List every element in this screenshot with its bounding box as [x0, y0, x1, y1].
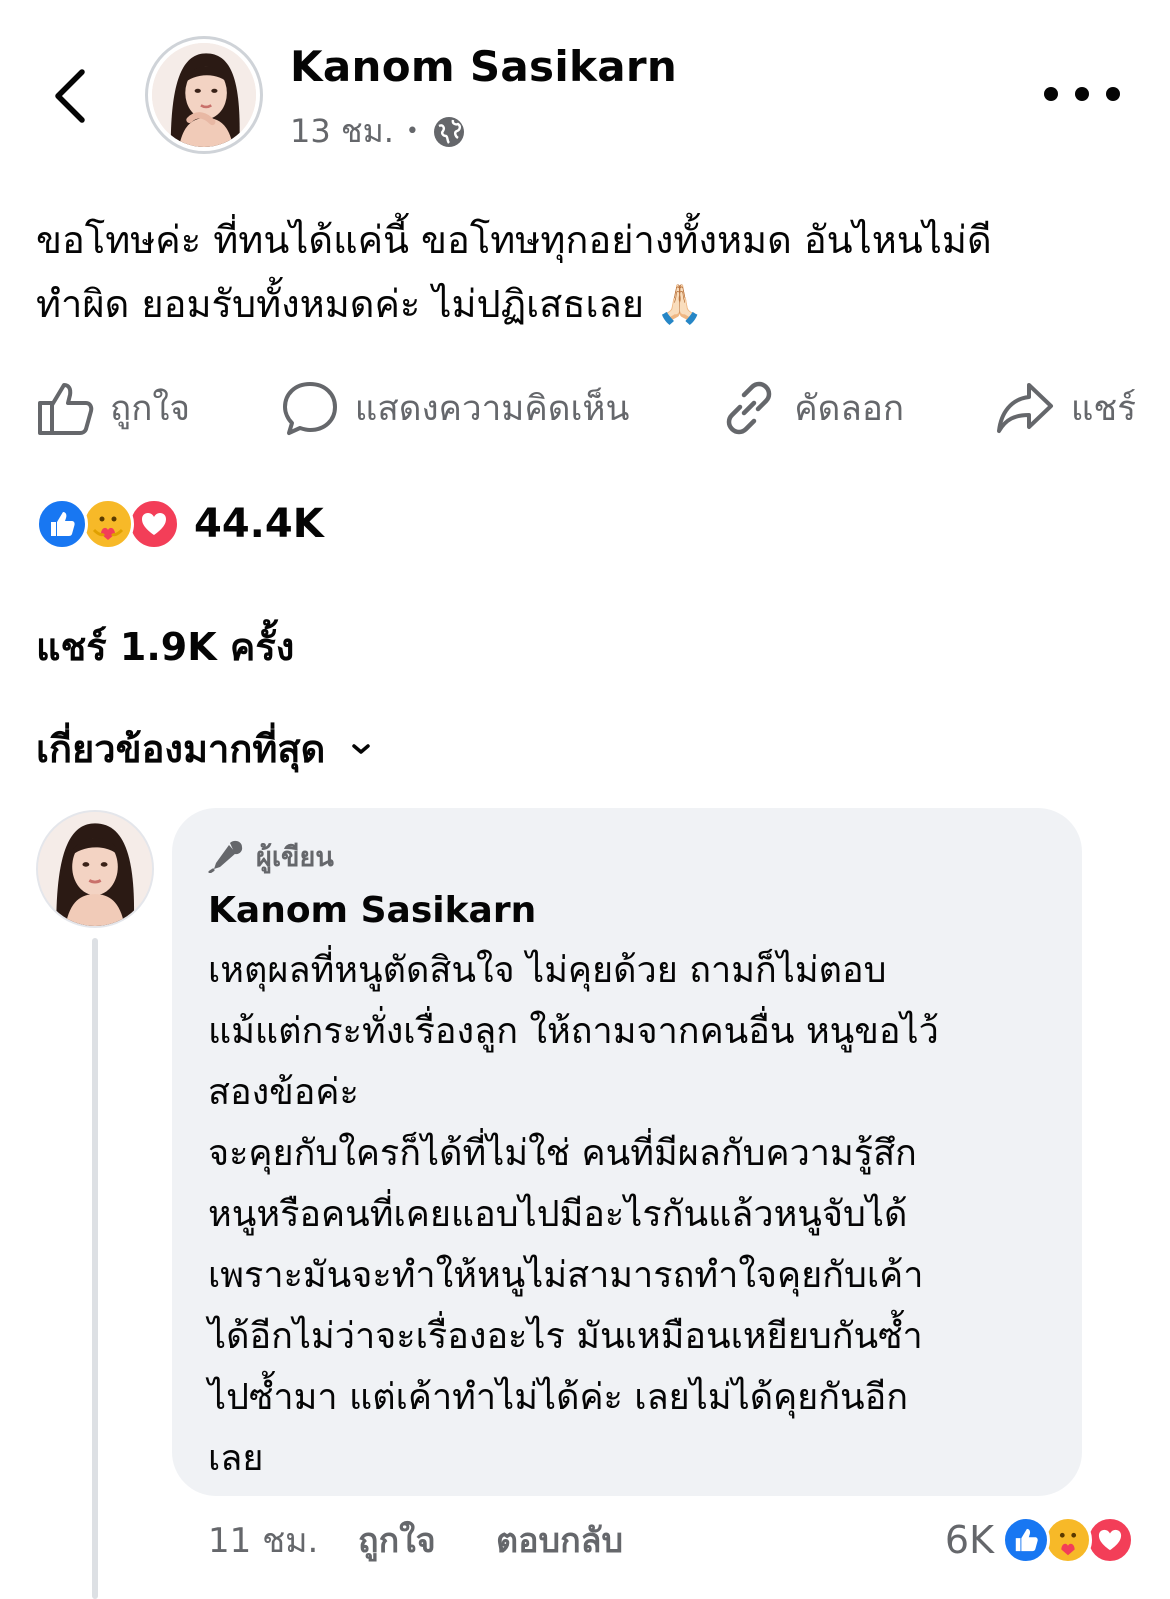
comment-footer: 11 ชม. ถูกใจ ตอบกลับ 6K [208, 1510, 1138, 1570]
avatar-photo [38, 812, 152, 926]
share-count[interactable]: แชร์ 1.9K ครั้ง [36, 616, 294, 677]
like-button[interactable]: ถูกใจ [36, 379, 190, 437]
post-header: Kanom Sasikarn 13 ชม. • [0, 0, 1170, 170]
love-reaction-icon [128, 498, 180, 550]
author-badge-icon [208, 840, 243, 873]
care-reaction-icon [82, 498, 134, 550]
comment-time[interactable]: 11 ชม. [208, 1513, 358, 1567]
reaction-summary[interactable]: 44.4K [36, 498, 324, 550]
meta-separator: • [405, 119, 419, 144]
avatar-photo [152, 43, 256, 147]
share-button[interactable]: แชร์ [995, 379, 1136, 437]
comment-author-name[interactable]: Kanom Sasikarn [208, 886, 1046, 936]
more-icon [1044, 87, 1058, 101]
comment-icon [282, 382, 337, 435]
like-label: ถูกใจ [110, 388, 190, 429]
sort-label: เกี่ยวข้องมากที่สุด [36, 727, 326, 771]
comment-sort-dropdown[interactable]: เกี่ยวข้องมากที่สุด [36, 718, 373, 779]
copy-label: คัดลอก [794, 388, 905, 429]
chevron-down-icon [352, 743, 371, 754]
copy-link-button[interactable]: คัดลอก [720, 379, 904, 437]
link-icon [727, 381, 772, 435]
comment-reaction-count: 6K [944, 1518, 994, 1562]
thread-line [92, 938, 98, 1599]
post-action-bar: ถูกใจ แสดงความคิดเห็น คัดลอก แชร์ [36, 372, 1136, 444]
comment-like-button[interactable]: ถูกใจ [358, 1513, 496, 1567]
author-avatar[interactable] [145, 36, 263, 154]
comment-label: แสดงความคิดเห็น [354, 388, 630, 429]
post-meta: 13 ชม. • [290, 106, 467, 157]
post-author-name[interactable]: Kanom Sasikarn [290, 42, 677, 91]
love-reaction-icon [1086, 1516, 1134, 1564]
back-button[interactable] [44, 64, 100, 128]
comment-text: เหตุผลที่หนูตัดสินใจ ไม่คุยด้วย ถามก็ไม่… [208, 950, 939, 1479]
thumbs-up-icon [38, 383, 94, 435]
share-arrow-icon [996, 383, 1053, 433]
post-time[interactable]: 13 ชม. [290, 106, 394, 157]
comment-button[interactable]: แสดงความคิดเห็น [281, 379, 630, 437]
reaction-count: 44.4K [194, 501, 324, 547]
comment-bubble: ผู้เขียน Kanom Sasikarn เหตุผลที่หนูตัดส… [172, 808, 1082, 1496]
back-chevron-icon [55, 69, 85, 123]
comment-reply-button[interactable]: ตอบกลับ [496, 1513, 623, 1567]
author-badge: ผู้เขียน [208, 836, 1046, 876]
more-options-button[interactable] [1044, 82, 1120, 106]
care-reaction-icon [1044, 1516, 1092, 1564]
globe-icon [433, 116, 464, 147]
share-label: แชร์ [1070, 388, 1136, 429]
like-reaction-icon [1002, 1516, 1050, 1564]
post-text-line: ขอโทษค่ะ ที่ทนได้แค่นี้ ขอโทษทุกอย่างทั้… [36, 218, 992, 262]
author-badge-label: ผู้เขียน [256, 841, 334, 873]
post-text-line: ทำผิด ยอมรับทั้งหมดค่ะ ไม่ปฏิเสธเลย 🙏🏻 [36, 282, 704, 326]
like-reaction-icon [36, 498, 88, 550]
post-body: ขอโทษค่ะ ที่ทนได้แค่นี้ ขอโทษทุกอย่างทั้… [36, 208, 1136, 336]
commenter-avatar[interactable] [36, 810, 154, 928]
comment-reaction-summary[interactable]: 6K [944, 1510, 1134, 1570]
